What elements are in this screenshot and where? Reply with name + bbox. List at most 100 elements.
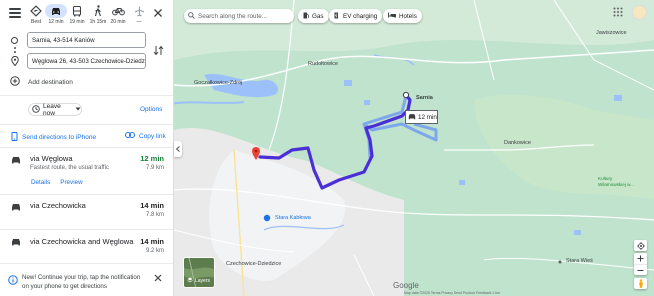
route-subtitle: Fastest route, the usual traffic	[30, 165, 109, 171]
travel-mode-bar: Best 12 min 19 min 1h 15m 20 min —	[0, 0, 173, 30]
hotels-chip[interactable]: Hotels	[383, 9, 422, 23]
close-icon[interactable]	[154, 274, 162, 284]
gas-chip[interactable]: Gas	[298, 9, 329, 23]
my-location-button[interactable]	[634, 240, 647, 251]
add-destination-button[interactable]: Add destination	[10, 76, 73, 88]
bicycle-icon	[107, 4, 129, 18]
notification-banner: New! Continue your trip, tap the notific…	[0, 263, 173, 296]
preview-link[interactable]: Preview	[60, 179, 82, 186]
add-destination-label: Add destination	[28, 78, 73, 86]
phone-icon	[11, 132, 18, 143]
close-icon[interactable]	[153, 8, 163, 18]
mode-flights[interactable]: —	[127, 4, 151, 30]
layers-button[interactable]: Layers	[183, 257, 215, 288]
place-label-goczalkowice: Goczałkowice-Zdrój	[194, 80, 243, 86]
place-label-dankowice: Dankowice	[504, 140, 531, 146]
leave-now-label: Leave now	[43, 102, 61, 117]
swap-icon[interactable]	[153, 45, 164, 58]
place-label-kulture: Kultury Wilamowskiej w...	[598, 176, 634, 187]
route-links: Details Preview	[31, 179, 83, 186]
info-icon	[8, 275, 18, 287]
place-label-jawiszowice: Jawiszowice	[596, 30, 627, 36]
directions-panel: Best 12 min 19 min 1h 15m 20 min — Sarni…	[0, 0, 174, 296]
car-icon	[408, 113, 416, 122]
minus-icon	[637, 269, 644, 271]
destination-input[interactable]: Węglowa 26, 43-503 Czechowice-Dziedzice	[27, 53, 146, 69]
send-to-phone-button[interactable]: Send directions to iPhone	[11, 132, 96, 143]
place-label-czechowice: Czechowice-Dziedzice	[226, 261, 282, 267]
place-label-stara-wies: Stara Wieś	[566, 258, 593, 264]
route-distance: 7.8 km	[145, 212, 164, 218]
origin-dot-icon	[11, 37, 18, 44]
clock-icon	[32, 104, 40, 115]
layers-label: Layers	[195, 278, 211, 284]
place-label-sarnia: Sarnia	[416, 95, 433, 101]
route-time: 14 min	[140, 201, 164, 210]
send-to-phone-label: Send directions to iPhone	[22, 134, 97, 141]
map-footer: Map data ©2025 Terms Privacy Send Produc…	[404, 291, 500, 295]
ev-charger-icon	[334, 12, 340, 21]
place-label-rudolfowice: Rudołtowice	[308, 61, 338, 67]
divider	[0, 124, 173, 125]
route-dots-icon	[14, 51, 16, 53]
menu-icon[interactable]	[9, 8, 21, 18]
bed-icon	[388, 12, 396, 20]
ev-charging-label: EV charging	[343, 12, 378, 20]
gas-label: Gas	[312, 12, 324, 20]
destination-pin-icon	[11, 55, 19, 68]
notification-text: New! Continue your trip, tap the notific…	[22, 274, 141, 290]
chevron-down-icon	[75, 106, 81, 113]
route-distance: 7.9 km	[145, 165, 164, 171]
leave-now-dropdown[interactable]: Leave now	[28, 102, 82, 117]
plus-icon	[637, 255, 644, 262]
pegman-icon	[638, 279, 643, 288]
place-label-stara-kablowa: Stara Kabłowa	[275, 215, 311, 221]
origin-input[interactable]: Sarnia, 43-514 Kaniów	[27, 32, 146, 48]
chevron-left-icon	[176, 146, 180, 152]
link-icon	[125, 132, 135, 140]
gas-pump-icon	[303, 12, 309, 21]
crosshair-icon	[636, 241, 645, 250]
car-icon	[11, 156, 21, 166]
route-option-3[interactable]: via Czechowicka and Węglowa 14 min 9.2 k…	[0, 230, 173, 262]
options-button[interactable]: Options	[140, 106, 162, 113]
avatar[interactable]	[632, 5, 647, 20]
route-title: via Czechowicka	[30, 201, 86, 210]
bus-icon	[66, 4, 88, 18]
collapse-panel-button[interactable]	[174, 141, 182, 157]
add-circle-icon	[10, 76, 20, 88]
route-time-callout[interactable]: 12 min	[405, 110, 438, 124]
zoom-in-button[interactable]	[634, 253, 647, 264]
copy-link-label: Copy link	[139, 132, 166, 140]
details-link[interactable]: Details	[31, 179, 50, 186]
zoom-out-button[interactable]	[634, 264, 647, 275]
route-time: 12 min	[140, 154, 164, 163]
car-icon	[11, 238, 21, 248]
google-logo: Google	[393, 281, 419, 290]
route-dots-icon	[14, 47, 16, 49]
route-option-1[interactable]: via Węglowa 12 min Fastest route, the us…	[0, 148, 173, 194]
street-view-pegman[interactable]	[634, 278, 647, 289]
apps-grid-icon[interactable]	[613, 7, 625, 19]
car-icon	[45, 4, 67, 18]
route-time: 14 min	[140, 237, 164, 246]
ev-charging-chip[interactable]: EV charging	[329, 9, 383, 23]
zoom-controls	[634, 253, 647, 275]
search-along-route-input[interactable]: Search along the route...	[184, 9, 294, 23]
map-graphic	[174, 0, 654, 296]
search-icon	[188, 11, 195, 21]
airplane-icon	[128, 4, 150, 18]
mode-flights-label: —	[136, 19, 142, 25]
hotels-label: Hotels	[399, 12, 417, 20]
layers-icon	[187, 277, 193, 285]
copy-link-button[interactable]: Copy link	[125, 132, 166, 140]
route-title: via Węglowa	[30, 154, 73, 163]
route-distance: 9.2 km	[145, 248, 164, 254]
divider	[0, 95, 173, 96]
car-icon	[11, 203, 21, 213]
route-title: via Czechowicka and Węglowa	[30, 237, 134, 246]
route-option-2[interactable]: via Czechowicka 14 min 7.8 km	[0, 195, 173, 229]
route-time-callout-label: 12 min	[418, 113, 437, 121]
search-placeholder: Search along the route...	[198, 12, 267, 20]
map-canvas[interactable]: Rudołtowice Goczałkowice-Zdrój Sarnia Da…	[174, 0, 654, 296]
